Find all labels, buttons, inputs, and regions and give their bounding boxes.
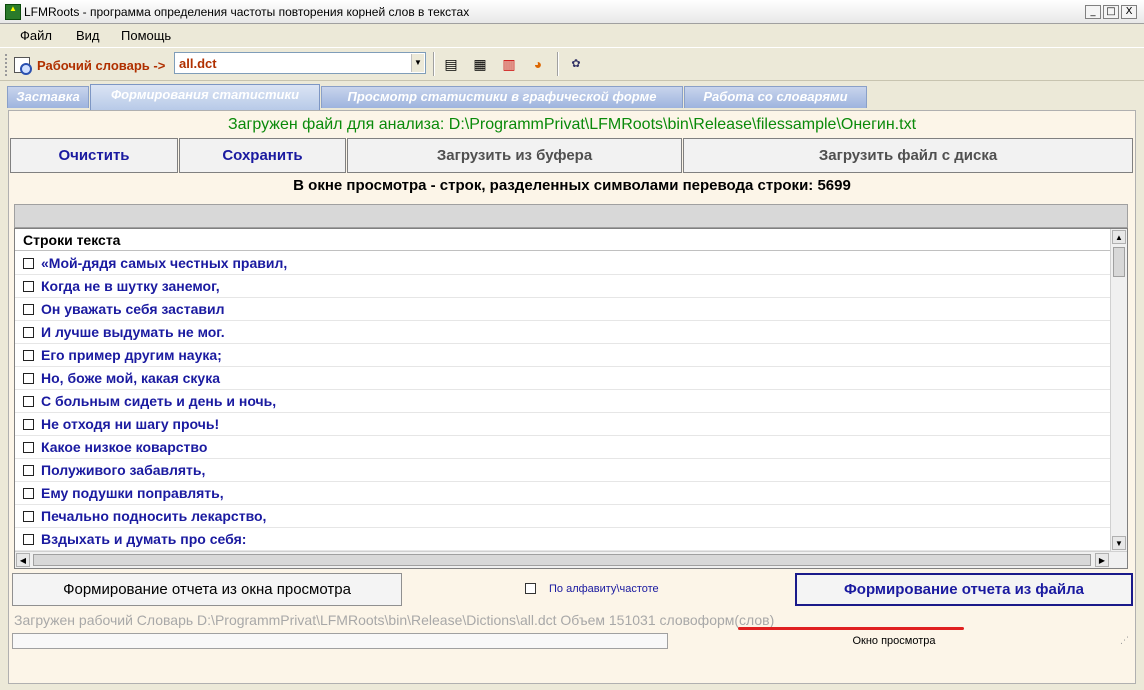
report-from-file-button[interactable]: Формирование отчета из файла	[795, 573, 1133, 606]
row-checkbox[interactable]	[23, 327, 34, 338]
table-row[interactable]: Ему подушки поправлять,	[15, 482, 1111, 505]
table-row[interactable]: «Мой-дядя самых честных правил,	[15, 252, 1111, 275]
tab-graphic-view[interactable]: Просмотр статистики в графической форме	[321, 86, 683, 108]
text-lines-grid[interactable]: Строки текста «Мой-дядя самых честных пр…	[14, 228, 1128, 569]
report-from-view-button[interactable]: Формирование отчета из окна просмотра	[12, 573, 402, 606]
dictionary-select[interactable]: all.dct ▼	[174, 52, 426, 74]
row-text: Когда не в шутку занемог,	[41, 278, 220, 294]
table-row[interactable]: Какое низкое коварство	[15, 436, 1111, 459]
row-checkbox[interactable]	[23, 488, 34, 499]
status-panel-label: Окно просмотра	[852, 635, 936, 647]
table-row[interactable]: Он уважать себя заставил	[15, 298, 1111, 321]
progress-bar	[12, 633, 668, 649]
line-count-label: В окне просмотра - строк, разделенных си…	[293, 177, 851, 194]
table-row[interactable]: Когда не в шутку занемог,	[15, 275, 1111, 298]
menu-view[interactable]: Вид	[76, 28, 100, 43]
row-checkbox[interactable]	[23, 534, 34, 545]
table-row[interactable]: Его пример другим наука;	[15, 344, 1111, 367]
vertical-scroll-thumb[interactable]	[1113, 247, 1125, 277]
save-button[interactable]: Сохранить	[179, 138, 346, 173]
load-from-clipboard-button[interactable]: Загрузить из буфера	[347, 138, 682, 173]
dictionary-select-value: all.dct	[179, 56, 217, 71]
toolbar-separator	[433, 52, 435, 76]
menu-file[interactable]: Файл	[20, 28, 52, 43]
scroll-right-icon[interactable]: ▶	[1095, 553, 1109, 567]
menu-help[interactable]: Помощь	[121, 28, 171, 43]
table-row[interactable]: И лучше выдумать не мог.	[15, 321, 1111, 344]
toolbar-separator	[557, 52, 559, 76]
grid-view-icon[interactable]: ▦	[469, 55, 491, 73]
table-row[interactable]: Полуживого забавлять,	[15, 459, 1111, 482]
row-checkbox[interactable]	[23, 442, 34, 453]
row-text: Ему подушки поправлять,	[41, 485, 224, 501]
row-text: Полуживого забавлять,	[41, 462, 206, 478]
row-checkbox[interactable]	[23, 281, 34, 292]
table-row[interactable]: Печально подносить лекарство,	[15, 505, 1111, 528]
tab-splash[interactable]: Заставка	[7, 86, 89, 108]
row-text: «Мой-дядя самых честных правил,	[41, 255, 288, 271]
chevron-down-icon[interactable]: ▼	[411, 54, 424, 72]
row-checkbox[interactable]	[23, 511, 34, 522]
table-row[interactable]: Но, боже мой, какая скука	[15, 367, 1111, 390]
highlight-underline	[738, 627, 964, 630]
toolbar-grip-icon[interactable]	[5, 54, 8, 76]
row-text: С больным сидеть и день и ночь,	[41, 393, 277, 409]
row-checkbox[interactable]	[23, 258, 34, 269]
text-view-icon[interactable]: ▤	[440, 55, 462, 73]
resize-grip-icon[interactable]: ⋰	[1120, 635, 1132, 647]
row-text: Его пример другим наука;	[41, 347, 222, 363]
row-checkbox[interactable]	[23, 350, 34, 361]
load-file-from-disk-button[interactable]: Загрузить файл с диска	[683, 138, 1133, 173]
grid-toolbar-strip	[14, 204, 1128, 228]
row-checkbox[interactable]	[23, 419, 34, 430]
sort-order-label[interactable]: По алфавиту\частоте	[549, 583, 659, 595]
table-row[interactable]: С больным сидеть и день и ночь,	[15, 390, 1111, 413]
row-text: Не отходя ни шагу прочь!	[41, 416, 220, 432]
table-row[interactable]: Вздыхать и думать про себя:	[15, 528, 1111, 551]
clear-button[interactable]: Очистить	[10, 138, 178, 173]
vertical-scrollbar[interactable]: ▲ ▼	[1110, 229, 1127, 552]
row-text: Но, боже мой, какая скука	[41, 370, 220, 386]
loaded-file-status: Загружен файл для анализа: D:\ProgrammPr…	[227, 116, 917, 133]
bar-chart-icon[interactable]: ▥	[498, 55, 520, 73]
horizontal-scrollbar[interactable]: ◀ ▶	[15, 551, 1127, 568]
tab-strip: Заставка Формирования статистики Просмот…	[0, 84, 1144, 110]
minimize-button[interactable]: _	[1085, 5, 1101, 19]
row-checkbox[interactable]	[23, 465, 34, 476]
tab-statistics[interactable]: Формирования статистики	[90, 84, 320, 110]
grid-column-header[interactable]: Строки текста	[15, 229, 1111, 251]
pie-chart-icon[interactable]: ◕	[527, 55, 549, 73]
row-text: Какое низкое коварство	[41, 439, 208, 455]
app-icon: ▲	[5, 4, 21, 20]
about-icon[interactable]: ✿	[565, 55, 587, 73]
row-text: Он уважать себя заставил	[41, 301, 225, 317]
dictionary-icon	[14, 57, 32, 75]
maximize-button[interactable]: □	[1103, 5, 1119, 19]
row-text: Вздыхать и думать про себя:	[41, 531, 247, 547]
menu-bar: Файл Вид Помощь	[0, 24, 1144, 46]
row-text: Печально подносить лекарство,	[41, 508, 267, 524]
row-checkbox[interactable]	[23, 304, 34, 315]
window-title: LFMRoots - программа определения частоты…	[24, 5, 470, 19]
table-row[interactable]: Не отходя ни шагу прочь!	[15, 413, 1111, 436]
tab-dictionaries[interactable]: Работа со словарями	[684, 86, 867, 108]
title-bar: ▲ LFMRoots - программа определения часто…	[0, 0, 1144, 24]
scroll-down-icon[interactable]: ▼	[1112, 536, 1126, 550]
scroll-left-icon[interactable]: ◀	[16, 553, 30, 567]
dictionary-status: Загружен рабочий Словарь D:\ProgrammPriv…	[14, 612, 775, 628]
sort-order-checkbox[interactable]	[525, 583, 536, 594]
row-checkbox[interactable]	[23, 373, 34, 384]
close-button[interactable]: X	[1121, 5, 1137, 19]
row-text: И лучше выдумать не мог.	[41, 324, 225, 340]
scroll-up-icon[interactable]: ▲	[1112, 230, 1126, 244]
horizontal-scroll-thumb[interactable]	[33, 554, 1091, 566]
row-checkbox[interactable]	[23, 396, 34, 407]
dictionary-label: Рабочий словарь ->	[37, 58, 166, 73]
